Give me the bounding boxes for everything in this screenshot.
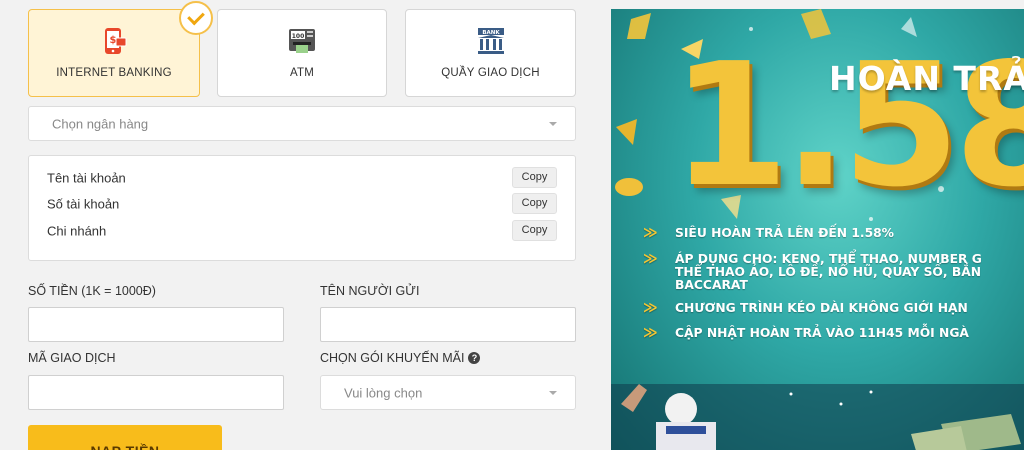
info-row-account-name: Tên tài khoản Copy — [47, 167, 557, 189]
amount-label: SỐ TIỀN (1K = 1000Đ) — [28, 284, 156, 298]
bank-building-icon: BANK — [477, 28, 504, 54]
sender-name-label: TÊN NGƯỜI GỬI — [320, 284, 420, 298]
account-info-box: Tên tài khoản Copy Số tài khoản Copy Chi… — [28, 155, 576, 261]
double-chevron-right-icon: ≫ — [643, 251, 658, 267]
chevron-down-icon — [549, 390, 557, 395]
bank-select[interactable]: Chọn ngân hàng — [28, 106, 576, 141]
banner-title: HOÀN TRẢ — [829, 59, 1024, 98]
bank-select-placeholder: Chọn ngân hàng — [52, 116, 149, 131]
deposit-form: $ INTERNET BANKING 100 ATM BANK QUẦY GIA… — [28, 0, 576, 450]
banner-feature-list: ≫ SIÊU HOÀN TRẢ LÊN ĐẾN 1.58% ≫ ÁP DỤNG … — [643, 225, 1024, 341]
method-bank-counter[interactable]: BANK QUẦY GIAO DỊCH — [405, 9, 576, 97]
info-row-account-number: Số tài khoản Copy — [47, 193, 557, 215]
banner-feature-item: ≫ SIÊU HOÀN TRẢ LÊN ĐẾN 1.58% — [643, 225, 895, 241]
banner-players-illustration — [611, 384, 1024, 450]
promo-label: CHỌN GÓI KHUYẾN MÃI — [320, 351, 465, 365]
info-label: Chi nhánh — [47, 223, 107, 239]
transaction-code-input[interactable] — [28, 375, 284, 410]
method-internet-banking[interactable]: $ INTERNET BANKING — [28, 1, 213, 97]
amount-input[interactable] — [28, 307, 284, 342]
svg-text:$: $ — [110, 35, 117, 46]
payment-method-group: $ INTERNET BANKING 100 ATM BANK QUẦY GIA… — [28, 1, 576, 97]
chevron-down-icon — [549, 121, 557, 126]
double-chevron-right-icon: ≫ — [643, 300, 658, 316]
method-label: QUẦY GIAO DỊCH — [441, 67, 540, 79]
deposit-submit-button[interactable]: NẠP TIỀN — [28, 425, 222, 450]
promo-label-wrap: CHỌN GÓI KHUYẾN MÃI? — [320, 351, 481, 365]
mobile-bank-icon: $ — [105, 28, 127, 54]
sender-name-input[interactable] — [320, 307, 576, 342]
info-label: Tên tài khoản — [47, 170, 126, 186]
double-chevron-right-icon: ≫ — [643, 225, 658, 241]
question-circle-icon[interactable]: ? — [468, 352, 481, 364]
banner-feature-item: ≫ ÁP DỤNG CHO: KENO, THỂ THAO, NUMBER G … — [643, 251, 982, 292]
method-label: INTERNET BANKING — [56, 67, 172, 79]
info-row-branch: Chi nhánh Copy — [47, 220, 557, 242]
selected-check-icon — [179, 1, 213, 35]
promo-banner[interactable]: 1.58 HOÀN TRẢ ≫ SIÊU HOÀN TRẢ LÊN ĐẾN 1.… — [611, 9, 1024, 450]
banner-feature-item: ≫ CHƯƠNG TRÌNH KÉO DÀI KHÔNG GIỚI HẠN — [643, 300, 968, 316]
copy-branch-button[interactable]: Copy — [512, 220, 557, 241]
promo-select-placeholder: Vui lòng chọn — [344, 385, 423, 400]
copy-account-number-button[interactable]: Copy — [512, 193, 557, 214]
banner-feature-item: ≫ CẬP NHẬT HOÀN TRẢ VÀO 11H45 MỖI NGÀ — [643, 325, 969, 341]
svg-text:100: 100 — [292, 33, 305, 40]
info-label: Số tài khoản — [47, 196, 120, 212]
double-chevron-right-icon: ≫ — [643, 325, 658, 341]
atm-icon: 100 — [289, 29, 315, 53]
transaction-code-label: MÃ GIAO DỊCH — [28, 351, 116, 365]
copy-account-name-button[interactable]: Copy — [512, 167, 557, 188]
promo-select[interactable]: Vui lòng chọn — [320, 375, 576, 410]
method-label: ATM — [289, 67, 315, 79]
method-atm[interactable]: 100 ATM — [217, 9, 387, 97]
